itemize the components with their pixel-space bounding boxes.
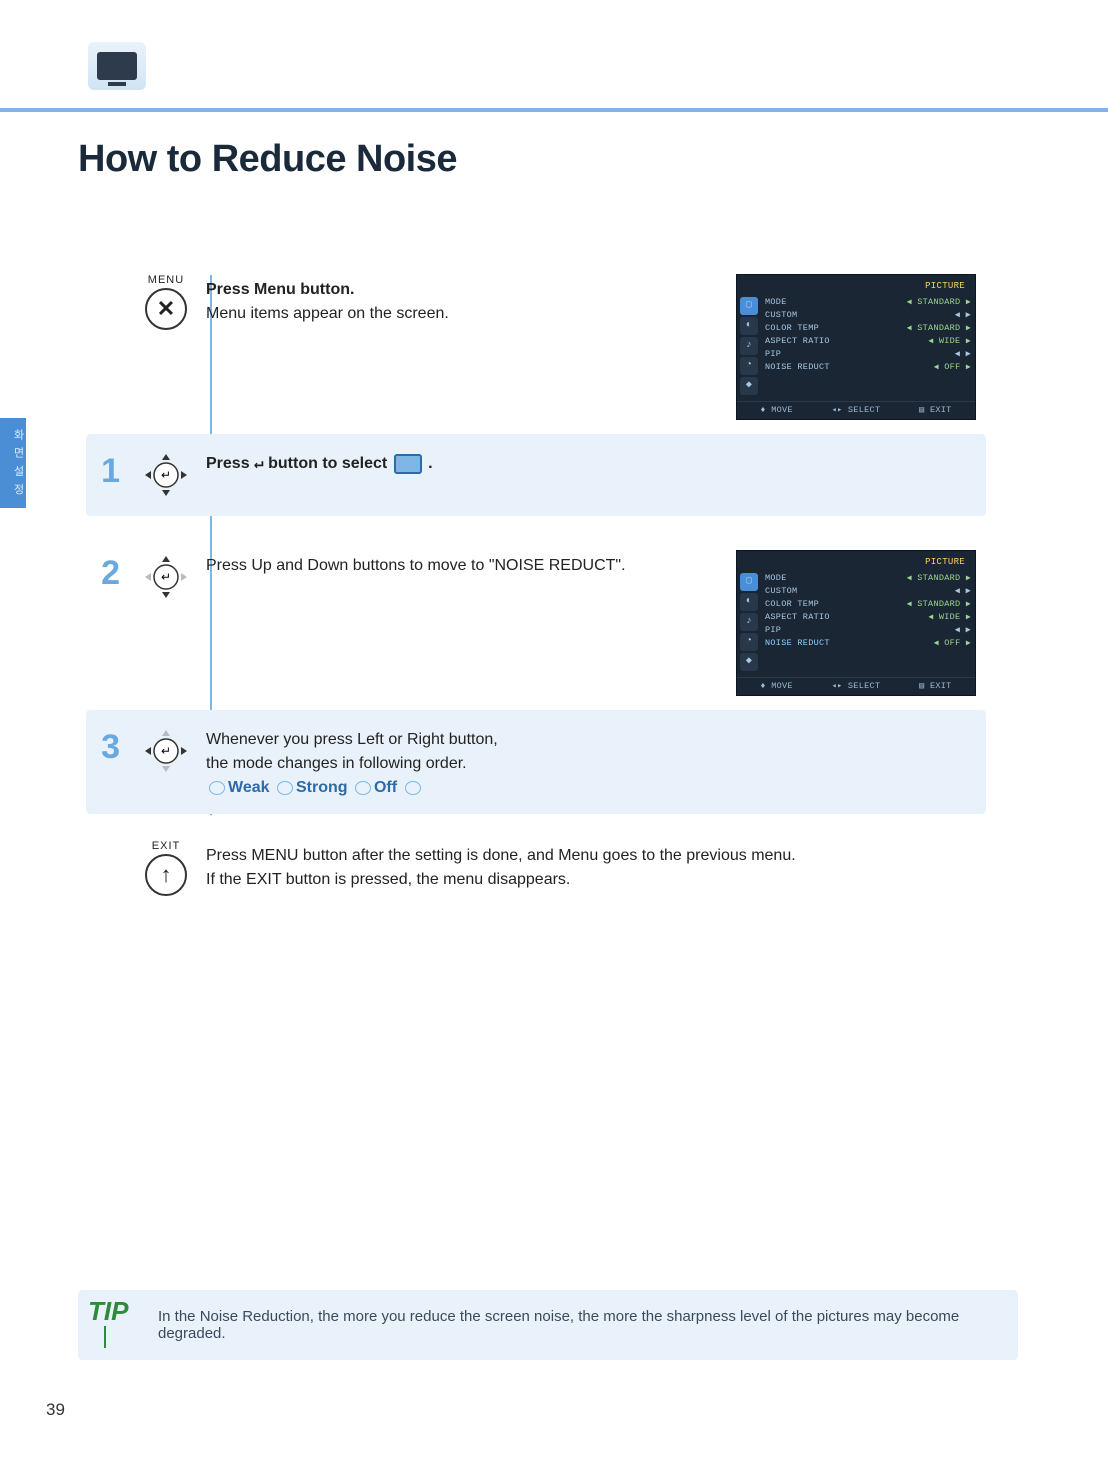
osd-row-val: STANDARD [917, 297, 960, 307]
osd-tab-picture-icon: ▢ [740, 297, 758, 315]
osd-row-key: COLOR TEMP [765, 323, 819, 333]
enter-icon: ↵ [254, 455, 264, 473]
step-1-number: 1 [86, 448, 126, 488]
osd-foot-move: MOVE [771, 405, 793, 415]
osd-row-key: PIP [765, 349, 781, 359]
step3-line2: the mode changes in following order. [206, 755, 467, 772]
step-exit: EXIT ↑ Press MENU button after the setti… [86, 826, 986, 910]
exit-line1: Press MENU button after the setting is d… [206, 847, 796, 864]
step3-line1: Whenever you press Left or Right button, [206, 731, 498, 748]
menu-button-label: MENU [145, 274, 187, 286]
osd-row-val: STANDARD [917, 599, 960, 609]
osd-row-key: PIP [765, 625, 781, 635]
osd-tab-icon: ◔ [740, 357, 758, 375]
cycle-opt-off: Off [374, 779, 397, 796]
cycle-icon [405, 781, 421, 795]
osd-row-key: MODE [765, 297, 787, 307]
osd2-title: PICTURE [737, 555, 975, 571]
osd-screenshot-1: PICTURE ▢ ◐ ♪ ◔ ◆ MODE◀ STANDARD ▶ CUSTO… [736, 274, 976, 420]
cycle-opt-strong: Strong [296, 779, 348, 796]
exit-button-group: EXIT ↑ [145, 840, 187, 896]
step-3: 3 ↵ Whenever you press Left or Right but… [86, 710, 986, 814]
cycle-icon [355, 781, 371, 795]
osd-row-val: OFF [944, 638, 960, 648]
osd-row-key: CUSTOM [765, 310, 797, 320]
step-3-number: 3 [86, 724, 126, 764]
cycle-icon [209, 781, 225, 795]
osd-tab-icon: ◆ [740, 377, 758, 395]
osd-row-val: STANDARD [917, 323, 960, 333]
osd-row-val: ◀ ▶ [955, 625, 971, 635]
side-tab-label: 화 면 설 정 [0, 418, 26, 508]
osd-foot-exit: EXIT [930, 405, 952, 415]
steps-container: MENU ✕ Press Menu button. Menu items app… [86, 260, 986, 910]
osd-row-val: WIDE [939, 612, 961, 622]
osd-row-val: OFF [944, 362, 960, 372]
step1-post: button to select [264, 455, 392, 472]
step2-text: Press Up and Down buttons to move to "NO… [206, 557, 626, 574]
nav-pad-icon: ↵ [139, 550, 193, 604]
osd2-list: MODE◀ STANDARD ▶ CUSTOM◀ ▶ COLOR TEMP◀ S… [761, 571, 975, 673]
tip-box: TIP In the Noise Reduction, the more you… [78, 1290, 1018, 1360]
exit-button-icon: ↑ [145, 854, 187, 896]
osd-tab-icon: ♪ [740, 613, 758, 631]
page-number: 39 [46, 1400, 65, 1420]
page-title: How to Reduce Noise [78, 138, 457, 181]
exit-line2: If the EXIT button is pressed, the menu … [206, 871, 570, 888]
osd-foot-exit: EXIT [930, 681, 952, 691]
osd-tab-picture-icon: ▢ [740, 573, 758, 591]
osd-tab-icon: ◐ [740, 593, 758, 611]
osd-row-key: NOISE REDUCT [765, 638, 830, 648]
cycle-opt-weak: Weak [228, 779, 270, 796]
osd-row-key: CUSTOM [765, 586, 797, 596]
svg-text:↵: ↵ [161, 570, 171, 584]
step-menu-bold: Press Menu button. [206, 281, 354, 298]
menu-button-group: MENU ✕ [145, 274, 187, 330]
step-2-number: 2 [86, 550, 126, 590]
svg-text:↵: ↵ [161, 744, 171, 758]
osd-tab-icon: ◔ [740, 633, 758, 651]
step-menu-line2: Menu items appear on the screen. [206, 305, 449, 322]
osd-row-key: NOISE REDUCT [765, 362, 830, 372]
osd-tab-icon: ◐ [740, 317, 758, 335]
osd-row-key: ASPECT RATIO [765, 336, 830, 346]
osd-tab-icon: ♪ [740, 337, 758, 355]
tip-text: In the Noise Reduction, the more you red… [158, 1308, 959, 1342]
step-1: 1 ↵ Press ↵ button to select . [86, 434, 986, 516]
nav-pad-icon: ↵ [139, 724, 193, 778]
nav-pad-icon: ↵ [139, 448, 193, 502]
osd1-title: PICTURE [737, 279, 975, 295]
osd-tab-icon: ◆ [740, 653, 758, 671]
tip-badge: TIP [88, 1296, 128, 1327]
svg-text:↵: ↵ [161, 468, 171, 482]
picture-menu-icon [394, 454, 422, 474]
osd-row-key: COLOR TEMP [765, 599, 819, 609]
osd-row-val: STANDARD [917, 573, 960, 583]
header-rule [0, 108, 1108, 112]
tv-icon [97, 52, 137, 80]
cycle-icon [277, 781, 293, 795]
osd-foot-move: MOVE [771, 681, 793, 691]
osd-row-key: ASPECT RATIO [765, 612, 830, 622]
osd-row-key: MODE [765, 573, 787, 583]
menu-button-icon: ✕ [145, 288, 187, 330]
step1-pre: Press [206, 455, 254, 472]
osd-foot-select: SELECT [848, 405, 880, 415]
osd-screenshot-2: PICTURE ▢ ◐ ♪ ◔ ◆ MODE◀ STANDARD ▶ CUSTO… [736, 550, 976, 696]
step1-tail: . [424, 455, 433, 472]
product-logo [88, 42, 146, 90]
step-menu: MENU ✕ Press Menu button. Menu items app… [86, 260, 986, 434]
osd-row-val: ◀ ▶ [955, 349, 971, 359]
osd-row-val: ◀ ▶ [955, 310, 971, 320]
step-2: 2 ↵ Press Up and Down buttons to move to… [86, 536, 986, 710]
exit-button-label: EXIT [145, 840, 187, 852]
osd-row-val: ◀ ▶ [955, 586, 971, 596]
osd-foot-select: SELECT [848, 681, 880, 691]
osd-row-val: WIDE [939, 336, 961, 346]
osd1-list: MODE◀ STANDARD ▶ CUSTOM◀ ▶ COLOR TEMP◀ S… [761, 295, 975, 397]
